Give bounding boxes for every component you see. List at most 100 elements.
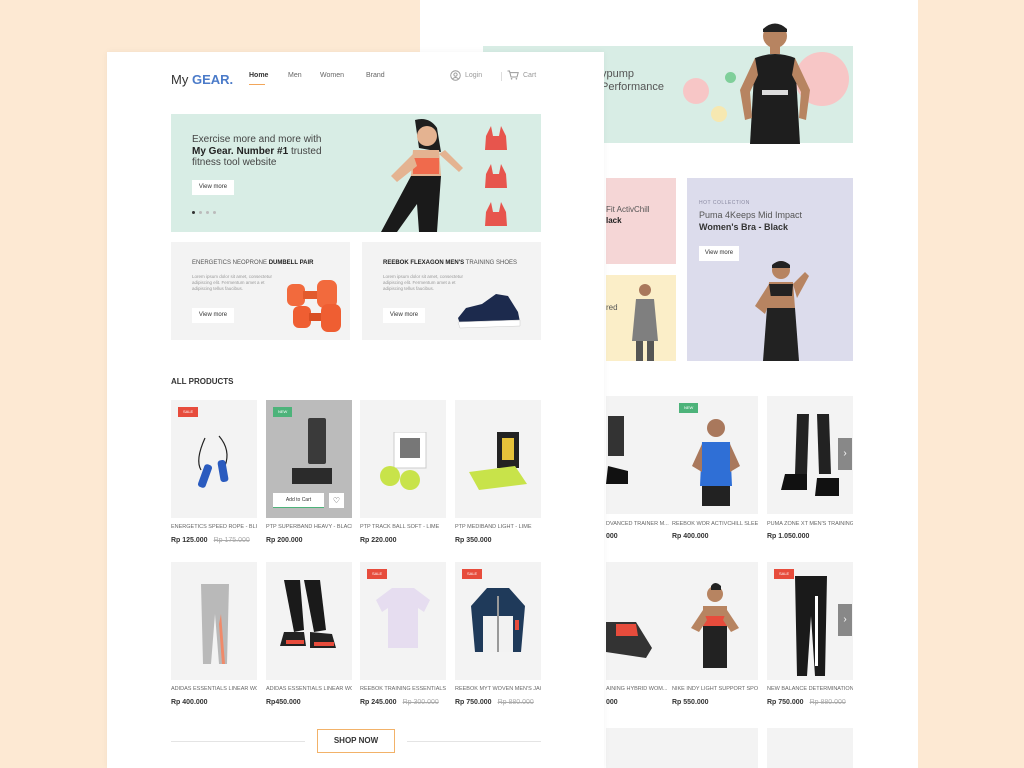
all-products-heading: ALL PRODUCTS: [171, 377, 234, 386]
carousel-dot[interactable]: [192, 211, 195, 214]
carousel-next-arrow[interactable]: ›: [838, 438, 852, 470]
wishlist-button[interactable]: ♡: [329, 493, 344, 508]
sports-bra-images: [485, 126, 507, 226]
back-card-pink-sub: lack: [606, 216, 622, 225]
promo-card-dumbbell: ENERGETICS NEOPRONE DUMBELL PAIR Lorem i…: [171, 242, 350, 340]
deco-circle: [711, 106, 727, 122]
hero-view-more-button[interactable]: View more: [192, 180, 234, 195]
product-name: REEBOK TRAINING ESSENTIALS E...: [360, 686, 446, 692]
carousel-next-arrow[interactable]: ›: [838, 604, 852, 636]
price-old: Rp 175.000: [213, 537, 250, 544]
product-price: 000: [606, 699, 618, 706]
product-image: [197, 435, 229, 488]
product-name: PUMA ZONE XT MEN'S TRAINING...: [767, 521, 853, 527]
product-price: Rp450.000: [266, 699, 301, 706]
product-price: Rp 750.000 Rp 880.000: [767, 699, 846, 706]
price-current: Rp 750.000: [455, 699, 492, 706]
product-name: ENERGETICS SPEED ROPE - BLUE: [171, 524, 257, 530]
back-card-pink-title: Fit ActivChill: [606, 205, 650, 214]
back-product-card[interactable]: [606, 396, 676, 514]
product-card[interactable]: SALE: [455, 562, 541, 680]
sale-badge: SALE: [178, 407, 199, 417]
hot-collection-card: HOT COLLECTION Puma 4Keeps Mid Impact Wo…: [687, 178, 853, 361]
promo-description: Lorem ipsum dolor sit amet, consectetur …: [383, 274, 464, 291]
card-title: Puma 4Keeps Mid Impact: [699, 210, 803, 220]
hero-banner: Exercise more and more with My Gear. Num…: [171, 114, 541, 232]
product-name: AINING HYBRID WOM...: [606, 686, 668, 692]
product-card[interactable]: [266, 562, 352, 680]
dumbbell-image: [287, 280, 341, 332]
model-man-image: [740, 23, 810, 144]
product-image: [781, 414, 839, 496]
product-image: [280, 580, 336, 648]
product-card[interactable]: [171, 562, 257, 680]
view-more-button[interactable]: View more: [699, 246, 739, 261]
carousel-dot[interactable]: [206, 211, 209, 214]
cart-label: Cart: [523, 71, 537, 79]
carousel-dot[interactable]: [213, 211, 216, 214]
product-card[interactable]: SALE: [171, 400, 257, 518]
back-product-card[interactable]: [672, 728, 758, 768]
divider-line: [171, 741, 305, 742]
back-product-card[interactable]: NEW: [672, 396, 758, 514]
cart-icon: [507, 70, 519, 80]
promo-view-more-button[interactable]: View more: [383, 308, 425, 323]
brand-logo[interactable]: My GEAR.: [171, 72, 233, 87]
logo-prefix: My: [171, 72, 189, 87]
nav-men[interactable]: Men: [288, 72, 302, 79]
product-name: PTP MEDIBAND LIGHT - LIME: [455, 524, 532, 530]
nav-women[interactable]: Women: [320, 72, 344, 79]
logo-name: GEAR.: [191, 72, 234, 87]
add-to-cart-button[interactable]: Add to Cart: [273, 493, 324, 508]
back-product-card[interactable]: [606, 562, 676, 680]
product-name: REEBOK WOR ACTIVCHILL SLEEV...: [672, 521, 758, 527]
model-woman-image: [632, 284, 658, 361]
cart-link[interactable]: Cart: [507, 70, 536, 80]
promo-title-post: TRAINING SHOES: [464, 260, 518, 266]
product-card[interactable]: NEW Add to Cart ♡: [266, 400, 352, 518]
back-card-pink: Fit ActivChill lack: [606, 178, 676, 264]
promo-view-more-button[interactable]: View more: [192, 308, 234, 323]
back-hero-text: ypump Performance: [601, 68, 664, 94]
price-old: Rp 880.000: [497, 699, 534, 706]
product-price: Rp 550.000: [672, 699, 709, 706]
login-link[interactable]: Login: [450, 70, 482, 81]
promo-description: Lorem ipsum dolor sit amet, consectetur …: [192, 274, 273, 291]
carousel-dot[interactable]: [199, 211, 202, 214]
back-card-yellow: red: [606, 275, 676, 361]
price-old: Rp 880.000: [809, 699, 846, 706]
back-product-card[interactable]: [606, 728, 676, 768]
product-name: REEBOK MYT WOVEN MEN'S JAC...: [455, 686, 541, 692]
back-hero-line1: ypump: [601, 68, 635, 80]
product-price: Rp 220.000: [360, 537, 397, 544]
nav-active-underline: [249, 84, 265, 85]
front-page: My GEAR. Home Men Women Brand Login Cart…: [107, 52, 604, 768]
price-current: Rp 750.000: [767, 699, 804, 706]
new-badge: NEW: [273, 407, 293, 417]
hero-headline: Exercise more and more with My Gear. Num…: [192, 134, 342, 169]
shoe-image: [457, 294, 521, 329]
product-image: [795, 576, 827, 676]
back-product-card[interactable]: [767, 728, 853, 768]
product-price: Rp 245.000 Rp 300.000: [360, 699, 439, 706]
nav-brand[interactable]: Brand: [366, 72, 385, 79]
user-icon: [450, 70, 461, 81]
product-card[interactable]: [360, 400, 446, 518]
price-current: Rp 245.000: [360, 699, 397, 706]
shop-now-button[interactable]: SHOP NOW: [317, 729, 395, 753]
promo-card-shoes: REEBOK FLEXAGON MEN'S TRAINING SHOES Lor…: [362, 242, 541, 340]
model-woman-image: [381, 119, 463, 232]
product-card[interactable]: SALE: [360, 562, 446, 680]
product-image: [469, 432, 527, 490]
product-image: [606, 622, 652, 658]
product-card[interactable]: [455, 400, 541, 518]
back-product-card[interactable]: [672, 562, 758, 680]
nav-home[interactable]: Home: [249, 72, 268, 79]
product-image: [292, 418, 332, 484]
product-image: [606, 416, 628, 484]
product-price: Rp 400.000: [171, 699, 208, 706]
product-image: [376, 588, 430, 648]
carousel-dots: [192, 211, 216, 214]
product-price: Rp 750.000 Rp 880.000: [455, 699, 534, 706]
product-name: PTP TRACK BALL SOFT - LIME: [360, 524, 440, 530]
